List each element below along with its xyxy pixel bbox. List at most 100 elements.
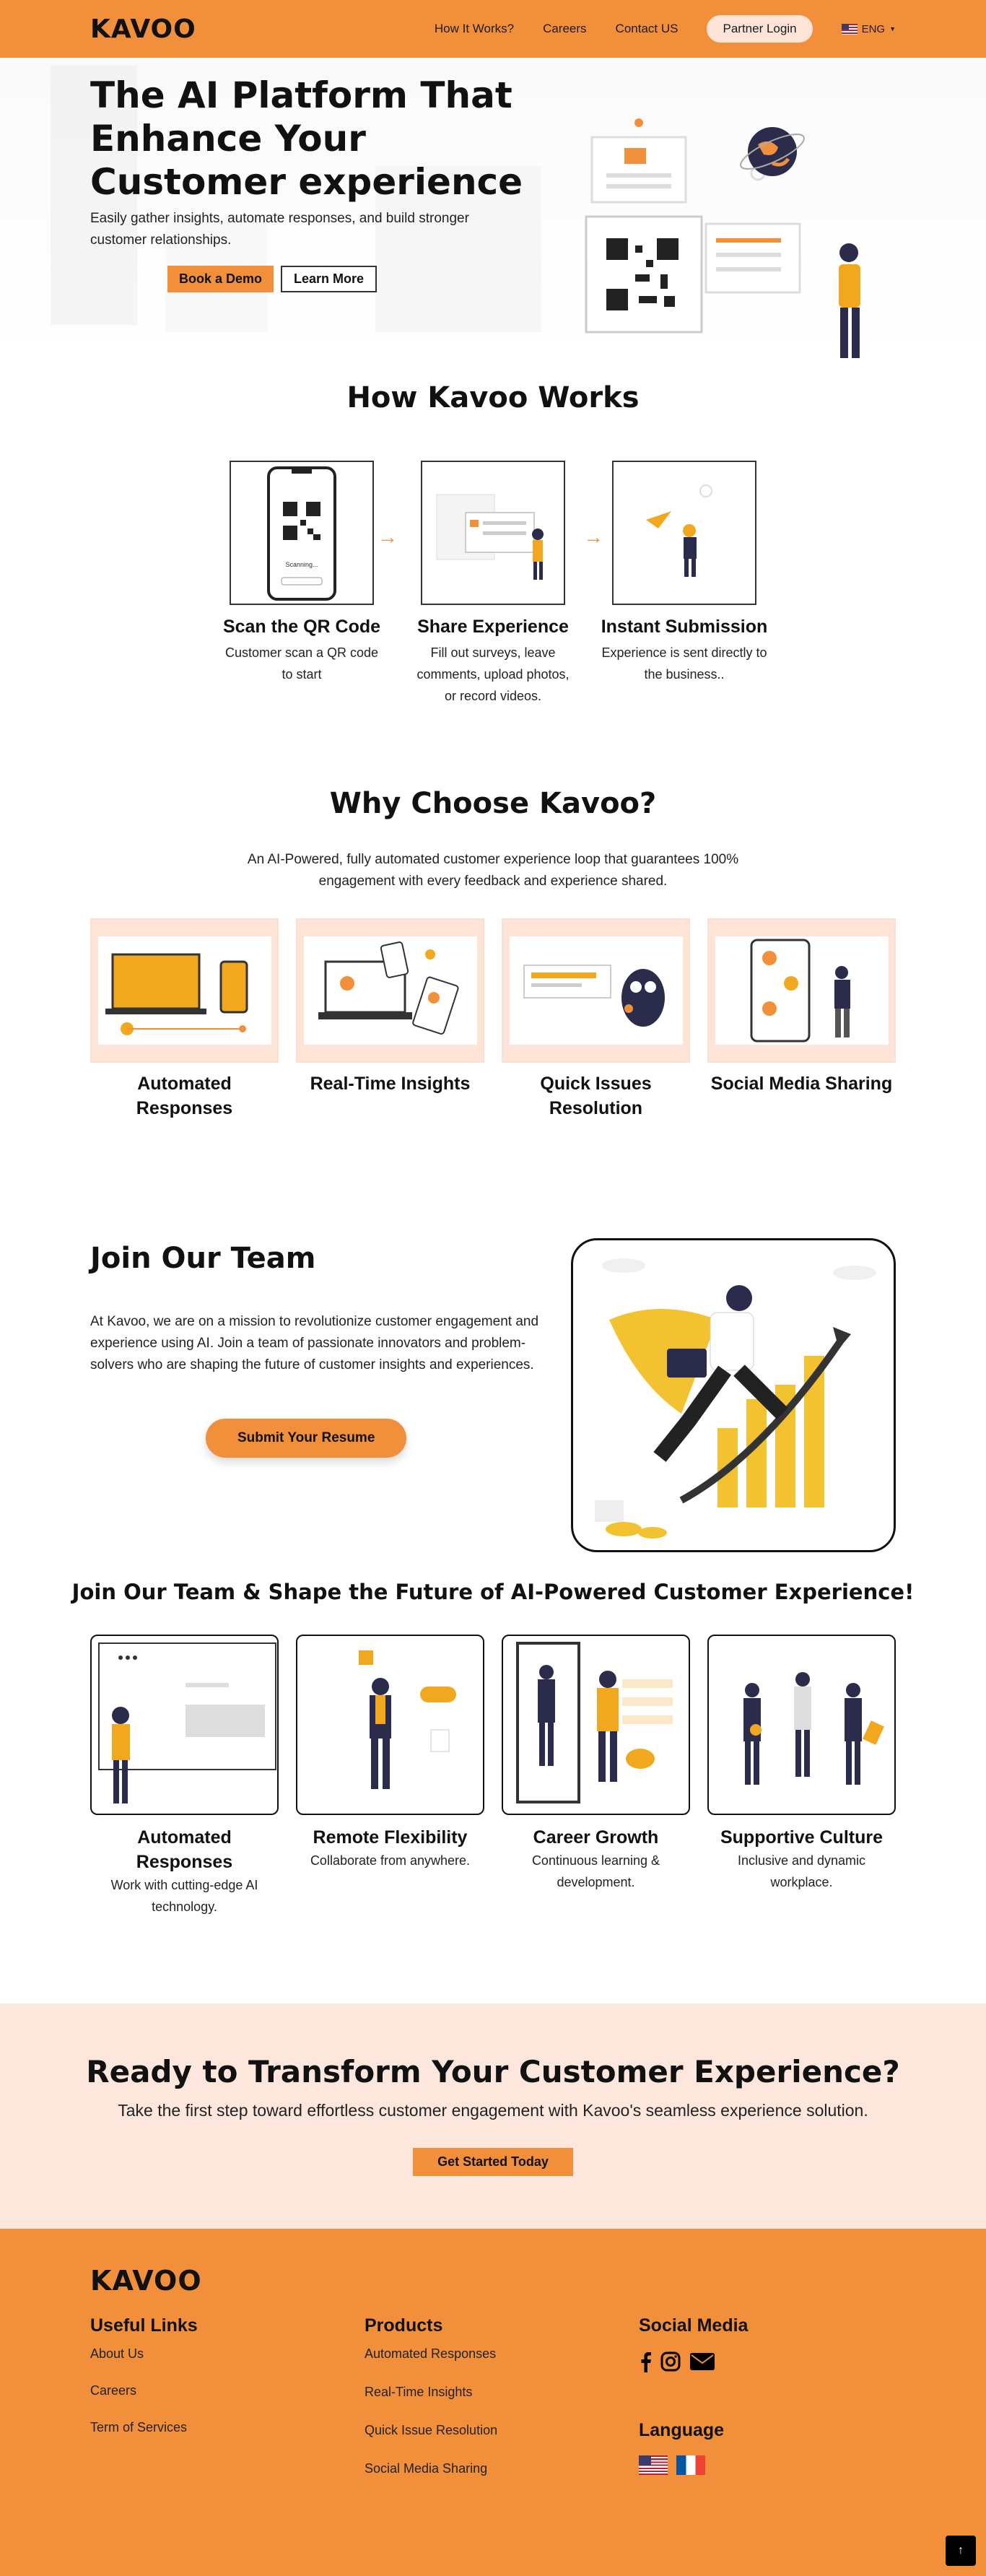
feature-title: Real-Time Insights <box>310 1074 471 1094</box>
footer-product-automated[interactable]: Automated Responses <box>365 2346 497 2362</box>
join-team-illustration <box>571 1238 896 1552</box>
book-demo-button[interactable]: Book a Demo <box>167 266 274 292</box>
feature-card: Real-Time Insights <box>296 918 484 1121</box>
learn-more-button[interactable]: Learn More <box>281 266 378 292</box>
feature-title: Social Media Sharing <box>710 1074 893 1094</box>
social-icons <box>639 2351 748 2372</box>
hero-buttons: Book a Demo Learn More <box>167 266 378 292</box>
language-dropdown[interactable]: ENG ▼ <box>841 22 896 35</box>
nav-link-contact[interactable]: Contact US <box>616 22 679 36</box>
benefit-text: Inclusive and dynamic workplace. <box>737 1853 866 1889</box>
supportive-culture-image <box>707 1635 896 1815</box>
step-title: Instant Submission <box>601 617 768 637</box>
email-icon[interactable] <box>689 2351 715 2372</box>
instagram-icon[interactable] <box>660 2351 681 2372</box>
partner-login-button[interactable]: Partner Login <box>707 15 813 43</box>
benefit-title: Remote Flexibility <box>313 1827 468 1848</box>
why-section-title: Why Choose Kavoo? <box>329 787 657 820</box>
why-choose-section: Why Choose Kavoo? An AI-Powered, fully a… <box>0 787 986 1121</box>
team-people-icon <box>743 1672 884 1785</box>
products-title: Products <box>365 2315 443 2336</box>
benefit-card: Automated Responses Work with cutting-ed… <box>90 1635 279 1918</box>
footer-link-careers[interactable]: Careers <box>90 2383 198 2398</box>
step-text: Experience is sent directly to the busin… <box>601 645 767 682</box>
nav-link-how-it-works[interactable]: How It Works? <box>435 22 514 36</box>
feature-card: Quick Issues Resolution <box>502 918 690 1121</box>
feature-title: Quick Issues Resolution <box>540 1074 652 1118</box>
share-experience-image <box>421 461 565 605</box>
quick-issues-image <box>502 918 690 1063</box>
caret-down-icon: ▼ <box>889 25 896 32</box>
hero-title: The AI Platform That Enhance Your Custom… <box>90 74 523 203</box>
kavoo-logo[interactable]: KAVOO <box>90 14 196 44</box>
footer-link-about[interactable]: About Us <box>90 2346 198 2362</box>
shape-title: Join Our Team & Shape the Future of AI-P… <box>71 1580 915 1604</box>
phone-scanning-text: Scanning... <box>285 561 318 568</box>
shape-future-section: Join Our Team & Shape the Future of AI-P… <box>0 1580 986 1918</box>
us-flag-icon <box>841 23 858 35</box>
cta-section: Ready to Transform Your Customer Experie… <box>0 2003 986 2229</box>
language-flags <box>639 2455 724 2475</box>
footer: KAVOO Useful Links About Us Careers Term… <box>0 2229 986 2576</box>
hero-subtitle: Easily gather insights, automate respons… <box>90 211 469 248</box>
language-title: Language <box>639 2420 725 2440</box>
top-navbar: KAVOO How It Works? Careers Contact US P… <box>0 0 986 58</box>
arrow-up-icon: ↑ <box>958 2544 964 2557</box>
footer-product-resolution[interactable]: Quick Issue Resolution <box>365 2423 497 2438</box>
hero-qr-illustration <box>585 118 860 358</box>
cta-title: Ready to Transform Your Customer Experie… <box>86 2054 900 2089</box>
arrow-right-icon: → <box>378 526 398 548</box>
footer-product-insights[interactable]: Real-Time Insights <box>365 2385 497 2400</box>
real-time-insights-image <box>296 918 484 1063</box>
benefit-card: Remote Flexibility Collaborate from anyw… <box>296 1635 484 1918</box>
fr-flag-icon[interactable] <box>676 2455 705 2475</box>
useful-links-column: Useful Links About Us Careers Term of Se… <box>90 2315 198 2435</box>
join-team-section: Join Our Team At Kavoo, we are on a miss… <box>90 1238 896 1556</box>
tablet-social-icon <box>715 936 889 1045</box>
benefit-text: Work with cutting-edge AI technology. <box>110 1878 258 1914</box>
cta-text: Take the first step toward effortless cu… <box>118 2101 868 2120</box>
step-card: Share Experience Fill out surveys, leave… <box>406 461 580 707</box>
mirror-growth-icon <box>516 1642 673 1803</box>
scan-qr-image: Scanning... <box>230 461 374 605</box>
scroll-to-top-button[interactable]: ↑ <box>946 2536 976 2566</box>
benefit-card: Career Growth Continuous learning & deve… <box>502 1635 690 1918</box>
remote-flexibility-image <box>296 1635 484 1815</box>
how-it-works-section: How Kavoo Works Scanning... Scan the QR … <box>0 381 986 721</box>
paper-plane-icon <box>646 484 712 577</box>
footer-product-social[interactable]: Social Media Sharing <box>365 2461 497 2476</box>
how-section-title: How Kavoo Works <box>346 381 640 414</box>
footer-logo[interactable]: KAVOO <box>90 2265 202 2297</box>
feature-card: Automated Responses <box>90 918 279 1121</box>
why-cards: Automated Responses Real-Time Insights Q… <box>90 918 896 1121</box>
nav-link-careers[interactable]: Careers <box>543 22 586 36</box>
feature-card: Social Media Sharing <box>707 918 896 1121</box>
step-card: Scanning... Scan the QR Code Customer sc… <box>215 461 388 685</box>
benefit-cards: Automated Responses Work with cutting-ed… <box>90 1635 896 1918</box>
submit-resume-button[interactable]: Submit Your Resume <box>206 1419 407 1458</box>
step-title: Scan the QR Code <box>222 617 381 637</box>
benefit-text: Continuous learning & development. <box>531 1853 660 1889</box>
step-text: Fill out surveys, leave comments, upload… <box>416 645 570 703</box>
facebook-icon[interactable] <box>639 2351 652 2372</box>
feedback-form-icon <box>436 494 544 580</box>
laptop-phone-icon <box>97 936 271 1045</box>
step-title: Share Experience <box>417 617 569 637</box>
steps-row: Scanning... Scan the QR Code Customer sc… <box>215 461 771 706</box>
products-column: Products Automated Responses Real-Time I… <box>365 2315 497 2476</box>
join-text: At Kavoo, we are on a mission to revolut… <box>90 1314 539 1372</box>
robot-chat-icon <box>509 936 683 1045</box>
monitor-insights-icon <box>303 936 477 1045</box>
language-label: ENG <box>861 22 886 35</box>
automated-responses-benefit-image <box>90 1635 279 1815</box>
get-started-button[interactable]: Get Started Today <box>413 2148 573 2176</box>
step-text: Customer scan a QR code to start <box>224 645 379 682</box>
us-flag-icon[interactable] <box>639 2455 668 2475</box>
benefit-title: Career Growth <box>533 1827 659 1848</box>
benefit-title: Supportive Culture <box>720 1827 883 1848</box>
useful-links-title: Useful Links <box>90 2315 198 2336</box>
social-media-title: Social Media <box>639 2315 749 2336</box>
presentation-board-icon <box>98 1642 276 1803</box>
why-subtitle: An AI-Powered, fully automated customer … <box>247 852 739 889</box>
footer-link-terms[interactable]: Term of Services <box>90 2420 198 2435</box>
